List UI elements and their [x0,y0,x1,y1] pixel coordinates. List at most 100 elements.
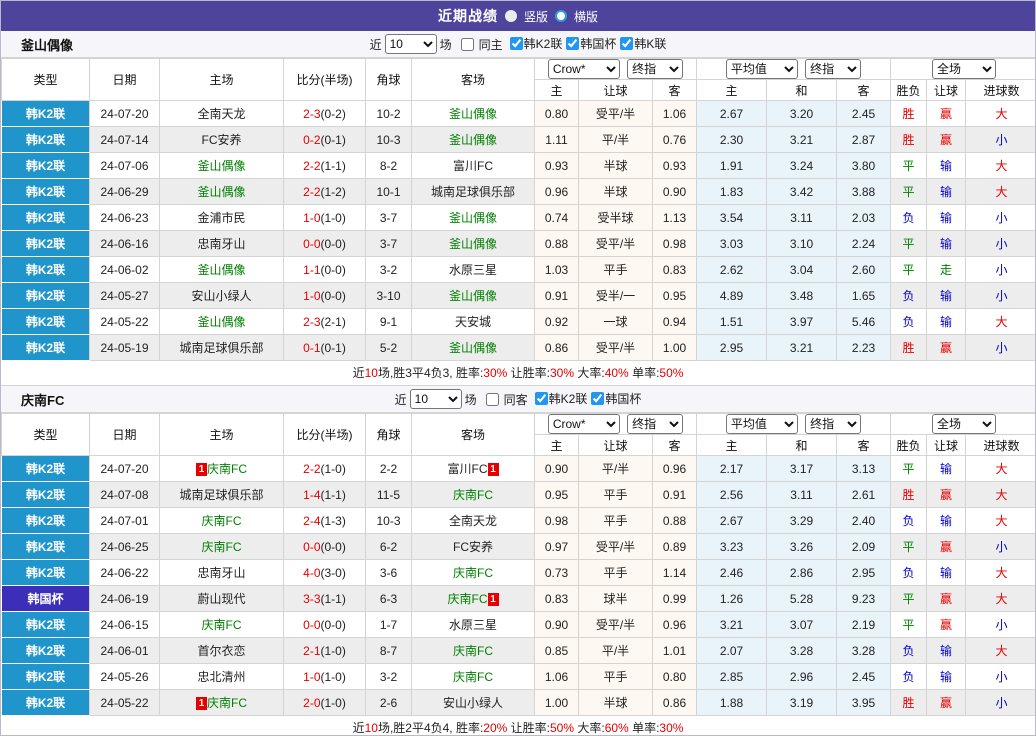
crow-handicap: 平/半 [578,455,653,482]
odds-stage-select-2[interactable]: 终指 [805,59,862,79]
avg-draw-odds: 3.28 [766,637,837,664]
goals-result: 小 [965,611,1035,638]
same-venue-checkbox[interactable] [460,37,474,51]
crow-handicap: 受平/半 [578,334,653,361]
summary-segment: 单率: [628,721,660,735]
wdl-result: 平 [890,585,927,612]
score-cell: 2-4(1-3) [283,507,366,534]
scope-select[interactable]: 全场 [932,59,996,79]
handicap-result: 输 [926,663,966,690]
wdl-result: 平 [890,611,927,638]
match-type-cell: 韩K2联 [1,663,90,690]
near-label: 近 [394,392,407,407]
summary-segment: 30% [483,366,508,380]
league-checkbox[interactable] [620,37,634,50]
team-label: 釜山偶像 [448,237,497,251]
halftime-score: (1-0) [320,669,346,684]
crow-home-odds: 1.06 [534,663,579,690]
team-label: 庆南FC [201,618,242,632]
avg-away-odds: 5.46 [836,308,891,335]
match-row: 韩国杯 24-06-19 蔚山现代 3-3(1-1) 6-3 庆南FC 1 0.83 球半 0.9… [1,585,1035,612]
average-select[interactable]: 平均值 [725,59,798,79]
match-type-cell: 韩K2联 [1,204,90,231]
league-checkbox-item[interactable]: 韩K2联 [533,390,587,407]
avg-away-odds: 2.45 [836,100,891,127]
team-label: 釜山偶像 [448,133,497,147]
home-team-cell: 金浦市民 [159,204,284,231]
league-checkbox[interactable] [534,392,548,405]
games-count-select[interactable]: 10 [384,34,437,54]
team-label: 城南足球俱乐部 [430,185,515,199]
corner-cell: 2-6 [365,689,412,716]
horizontal-layout-label[interactable]: 横版 [574,8,598,25]
team-label: 金浦市民 [197,211,246,225]
league-checkbox-item[interactable]: 韩国杯 [564,35,616,52]
odds-stage-select-1[interactable]: 终指 [627,414,684,434]
red-card-badge: 1 [196,697,207,710]
halftime-score: (1-1) [320,158,346,173]
crow-away-odds: 1.13 [652,204,697,231]
match-type-cell: 韩K2联 [1,256,90,283]
corner-cell: 9-1 [365,308,412,335]
fulltime-score: 2-3 [303,314,321,329]
sub-col-avg-away: 客 [836,79,891,101]
home-team-cell: 釜山偶像 [159,178,284,205]
goals-result: 大 [965,152,1035,179]
league-checkbox-item[interactable]: 韩K联 [618,35,666,52]
score-cell: 2-1(1-0) [283,637,366,664]
col-corner: 角球 [365,413,412,456]
goals-result: 小 [965,689,1035,716]
team-label: 忠南牙山 [197,566,246,580]
match-row: 韩K2联 24-06-23 金浦市民 1-0(1-0) 3-7 釜山偶像 0.74 受半球 1.… [1,204,1035,231]
wdl-result: 负 [890,663,927,690]
crow-handicap: 受半球 [578,204,653,231]
near-label: 近 [369,37,382,52]
league-checkbox[interactable] [509,37,523,50]
vertical-layout-radio[interactable] [504,10,517,22]
match-row: 韩K2联 24-05-27 安山小绿人 1-0(0-0) 3-10 釜山偶像 0.91 受半/… [1,282,1035,309]
match-date: 24-06-19 [89,585,160,612]
avg-draw-odds: 3.11 [766,481,837,508]
same-venue-checkbox[interactable] [485,392,499,406]
scope-select-group: 全场 [890,58,1035,80]
odds-stage-select-2[interactable]: 终指 [805,414,862,434]
games-count-select[interactable]: 10 [409,389,462,409]
crow-home-odds: 0.74 [534,204,579,231]
league-checkbox[interactable] [566,37,580,50]
horizontal-layout-radio[interactable] [555,10,567,22]
away-team-cell: 水原三星 [411,611,535,638]
match-date: 24-07-08 [89,481,160,508]
bookmaker-select[interactable]: Crow* [547,414,620,434]
home-team-cell: 忠北清州 [159,663,284,690]
match-row: 韩K2联 24-05-22 釜山偶像 2-3(2-1) 9-1 天安城 0.92 一球 0.94… [1,308,1035,335]
match-date: 24-05-22 [89,689,160,716]
league-checkbox-item[interactable]: 韩国杯 [589,390,641,407]
vertical-layout-label[interactable]: 竖版 [524,8,548,25]
match-date: 24-06-22 [89,559,160,586]
crow-away-odds: 0.88 [652,507,697,534]
avg-home-odds: 1.83 [696,178,767,205]
bookmaker-select[interactable]: Crow* [547,59,620,79]
odds-stage-select-1[interactable]: 终指 [627,59,684,79]
fulltime-score: 0-0 [303,236,321,251]
games-label: 场 [464,392,477,407]
avg-home-odds: 3.03 [696,230,767,257]
league-checkbox-item[interactable]: 韩K2联 [508,35,562,52]
crow-away-odds: 0.99 [652,585,697,612]
league-checkbox[interactable] [591,392,605,405]
score-cell: 2-0(1-0) [283,689,366,716]
sub-col-handicap: 让球 [578,79,653,101]
average-select[interactable]: 平均值 [725,414,798,434]
team-label: 庆南FC [201,540,242,554]
scope-select[interactable]: 全场 [932,414,996,434]
match-date: 24-07-01 [89,507,160,534]
home-team-cell: 庆南FC [159,533,284,560]
corner-cell: 10-3 [365,126,412,153]
goals-result: 小 [965,533,1035,560]
halftime-score: (1-0) [320,643,346,658]
match-row: 韩K2联 24-06-16 忠南牙山 0-0(0-0) 3-7 釜山偶像 0.88 受平/半 0… [1,230,1035,257]
sub-col-wdl: 胜负 [890,434,927,456]
crow-handicap: 半球 [578,689,653,716]
home-team-cell: 蔚山现代 [159,585,284,612]
goals-result: 小 [965,282,1035,309]
